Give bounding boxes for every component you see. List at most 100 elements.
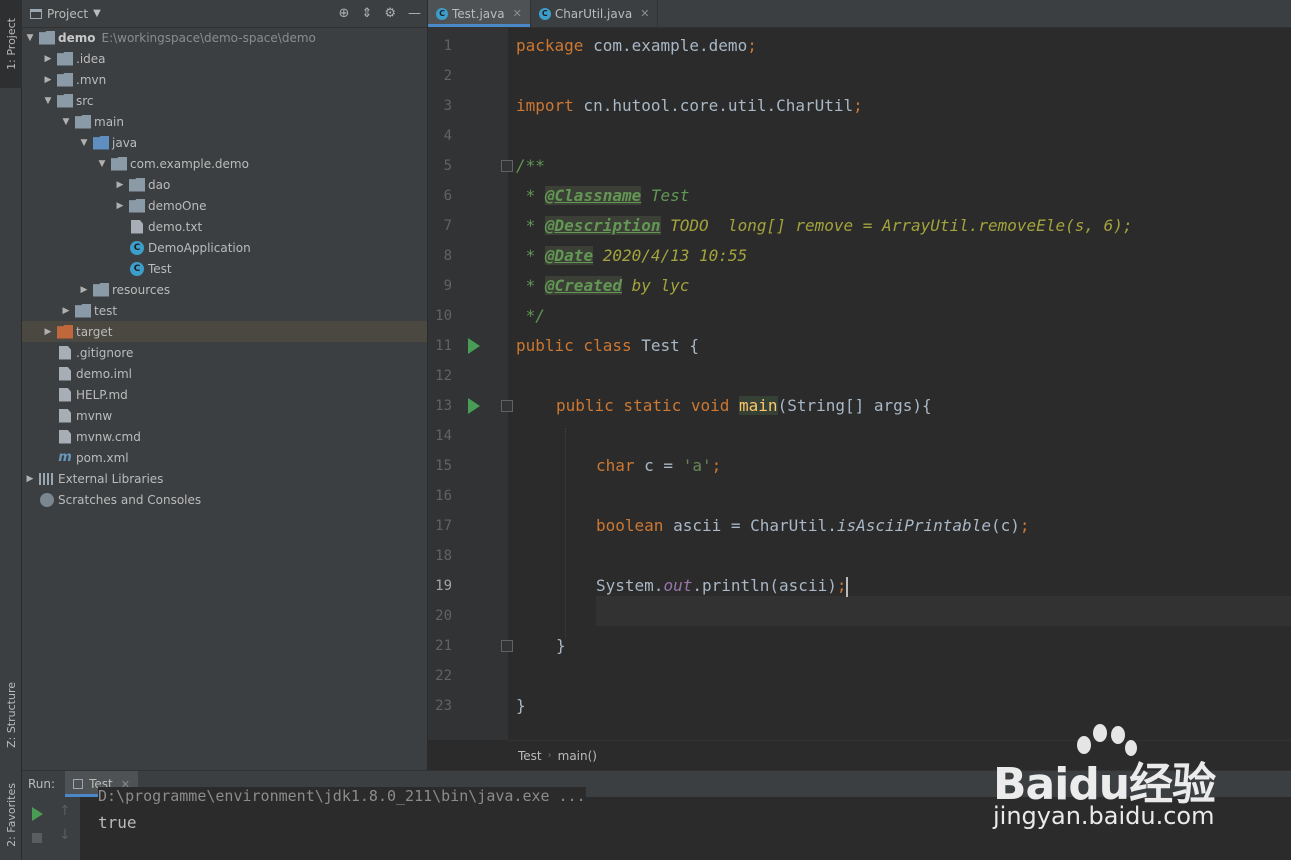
locate-target-icon[interactable]: ⊕ [339,6,350,21]
close-icon[interactable]: ✕ [513,7,522,20]
code-line-6: * @Classname Test [516,186,690,205]
stop-icon[interactable] [32,833,42,843]
code-line-9: * @Created by lyc [516,276,690,295]
expand-arrow-icon[interactable]: ▼ [24,33,36,43]
line-number: 15 [435,458,452,474]
tree-item[interactable]: demo.txt [22,216,427,237]
arrow-down-icon[interactable]: ↓ [59,827,71,843]
expand-arrow-icon[interactable]: ▼ [78,138,90,148]
gear-icon[interactable]: ⚙ [384,6,396,21]
tree-item-label: resources [112,282,171,297]
favorites-tool-tab-label: 2: Favorites [4,783,18,847]
baidu-jingyan-watermark: Baidu经验 jingyan.baidu.com [993,722,1223,832]
chevron-down-icon[interactable]: ▼ [93,8,101,19]
tree-item[interactable]: ▼ java [22,132,427,153]
code-line-17: boolean ascii = CharUtil.isAsciiPrintabl… [596,516,1030,535]
run-label: Run: [28,777,56,791]
tree-item[interactable]: HELP.md [22,384,427,405]
tree-item[interactable]: ▶ dao [22,174,427,195]
collapse-arrow-icon[interactable]: ▶ [60,306,72,316]
tree-item[interactable]: ▶ External Libraries [22,468,427,489]
collapse-arrow-icon[interactable]: ▶ [42,75,54,85]
fold-marker-icon[interactable] [501,640,513,652]
tab-charutil-java[interactable]: C CharUtil.java ✕ [531,0,659,27]
tree-item-label: Scratches and Consoles [58,492,202,507]
hide-panel-icon[interactable]: — [408,6,421,21]
collapse-arrow-icon[interactable]: ▶ [114,180,126,190]
collapse-arrow-icon[interactable]: ▶ [114,201,126,211]
tree-item[interactable]: ▶ target [22,321,427,342]
collapse-all-icon[interactable]: ⇕ [361,6,372,21]
arrow-up-icon[interactable]: ↑ [59,803,71,819]
tree-item[interactable]: C Test [22,258,427,279]
tree-item[interactable]: ▼ demo E:\workingspace\demo-space\demo [22,27,427,48]
tree-item[interactable]: ▶ resources [22,279,427,300]
tree-item[interactable]: ▶ .idea [22,48,427,69]
tree-item[interactable]: ▼ com.example.demo [22,153,427,174]
run-class-icon[interactable] [468,338,480,354]
folder-icon [57,93,73,108]
line-number: 12 [435,368,452,384]
line-number: 10 [435,308,452,324]
tree-item[interactable]: Scratches and Consoles [22,489,427,510]
tree-item[interactable]: C DemoApplication [22,237,427,258]
line-number: 23 [435,698,452,714]
tab-favorites-tool-window[interactable]: 2: Favorites [0,770,22,860]
tree-item[interactable]: ▶ test [22,300,427,321]
line-number: 11 [435,338,452,354]
expand-arrow-icon[interactable]: ▼ [42,96,54,106]
line-number: 5 [443,158,452,174]
fold-marker-icon[interactable] [501,400,513,412]
tree-item[interactable]: m pom.xml [22,447,427,468]
tab-project-tool-window[interactable]: 1: Project [0,0,22,88]
file-icon [59,366,71,381]
collapse-arrow-icon[interactable]: ▶ [78,285,90,295]
code-area[interactable]: package com.example.demo; import cn.huto… [516,28,1291,740]
tree-item[interactable]: ▶ .mvn [22,69,427,90]
tree-item[interactable]: mvnw [22,405,427,426]
expand-arrow-icon[interactable]: ▼ [60,117,72,127]
rerun-icon[interactable] [32,807,43,821]
project-view-title[interactable]: Project [47,7,88,21]
scratches-icon [40,492,54,507]
breadcrumb-item-method[interactable]: main() [558,749,597,763]
text-caret [846,576,849,597]
collapse-arrow-icon[interactable]: ▶ [24,474,36,484]
run-main-icon[interactable] [468,398,480,414]
tree-item-label: com.example.demo [130,156,249,171]
collapse-arrow-icon[interactable]: ▶ [42,327,54,337]
fold-marker-icon[interactable] [501,160,513,172]
tree-item-label: Test [148,261,172,276]
tree-item-label: target [76,324,113,339]
tree-item[interactable]: ▼ src [22,90,427,111]
tree-item[interactable]: ▶ demoOne [22,195,427,216]
project-toolbar: ⊕ ⇕ ⚙ — [339,6,421,21]
tree-item[interactable]: .gitignore [22,342,427,363]
line-number: 14 [435,428,452,444]
project-panel-header: Project ▼ ⊕ ⇕ ⚙ — [22,0,427,28]
project-view-icon [30,8,42,19]
code-line-7: * @Description TODO long[] remove = Arra… [516,216,1133,235]
code-line-15: char c = 'a'; [596,456,722,475]
folder-icon [57,51,73,66]
close-icon[interactable]: ✕ [640,7,649,20]
code-line-8: * @Date 2020/4/13 10:55 [516,246,748,265]
tree-item[interactable]: demo.iml [22,363,427,384]
java-class-icon: C [130,261,144,276]
collapse-arrow-icon[interactable]: ▶ [42,54,54,64]
line-number: 22 [435,668,452,684]
line-number-gutter[interactable]: 1 2 3 4 5 6 7 8 9 10 11 12 13 14 15 16 17 18 19 20 21 22 23 [428,28,513,740]
tree-item[interactable]: mvnw.cmd [22,426,427,447]
tree-item[interactable]: ▼ main [22,111,427,132]
code-line-5: /** [516,156,545,175]
line-number: 18 [435,548,452,564]
tree-item-label: src [76,93,94,108]
expand-arrow-icon[interactable]: ▼ [96,159,108,169]
source-folder-icon [93,135,109,150]
tab-structure-tool-window[interactable]: Z: Structure [0,665,22,765]
tree-item-label: demoOne [148,198,207,213]
tab-test-java[interactable]: C Test.java ✕ [428,0,531,27]
line-number: 4 [443,128,452,144]
tree-item-label: .mvn [76,72,107,87]
breadcrumb-item-class[interactable]: Test [518,749,542,763]
